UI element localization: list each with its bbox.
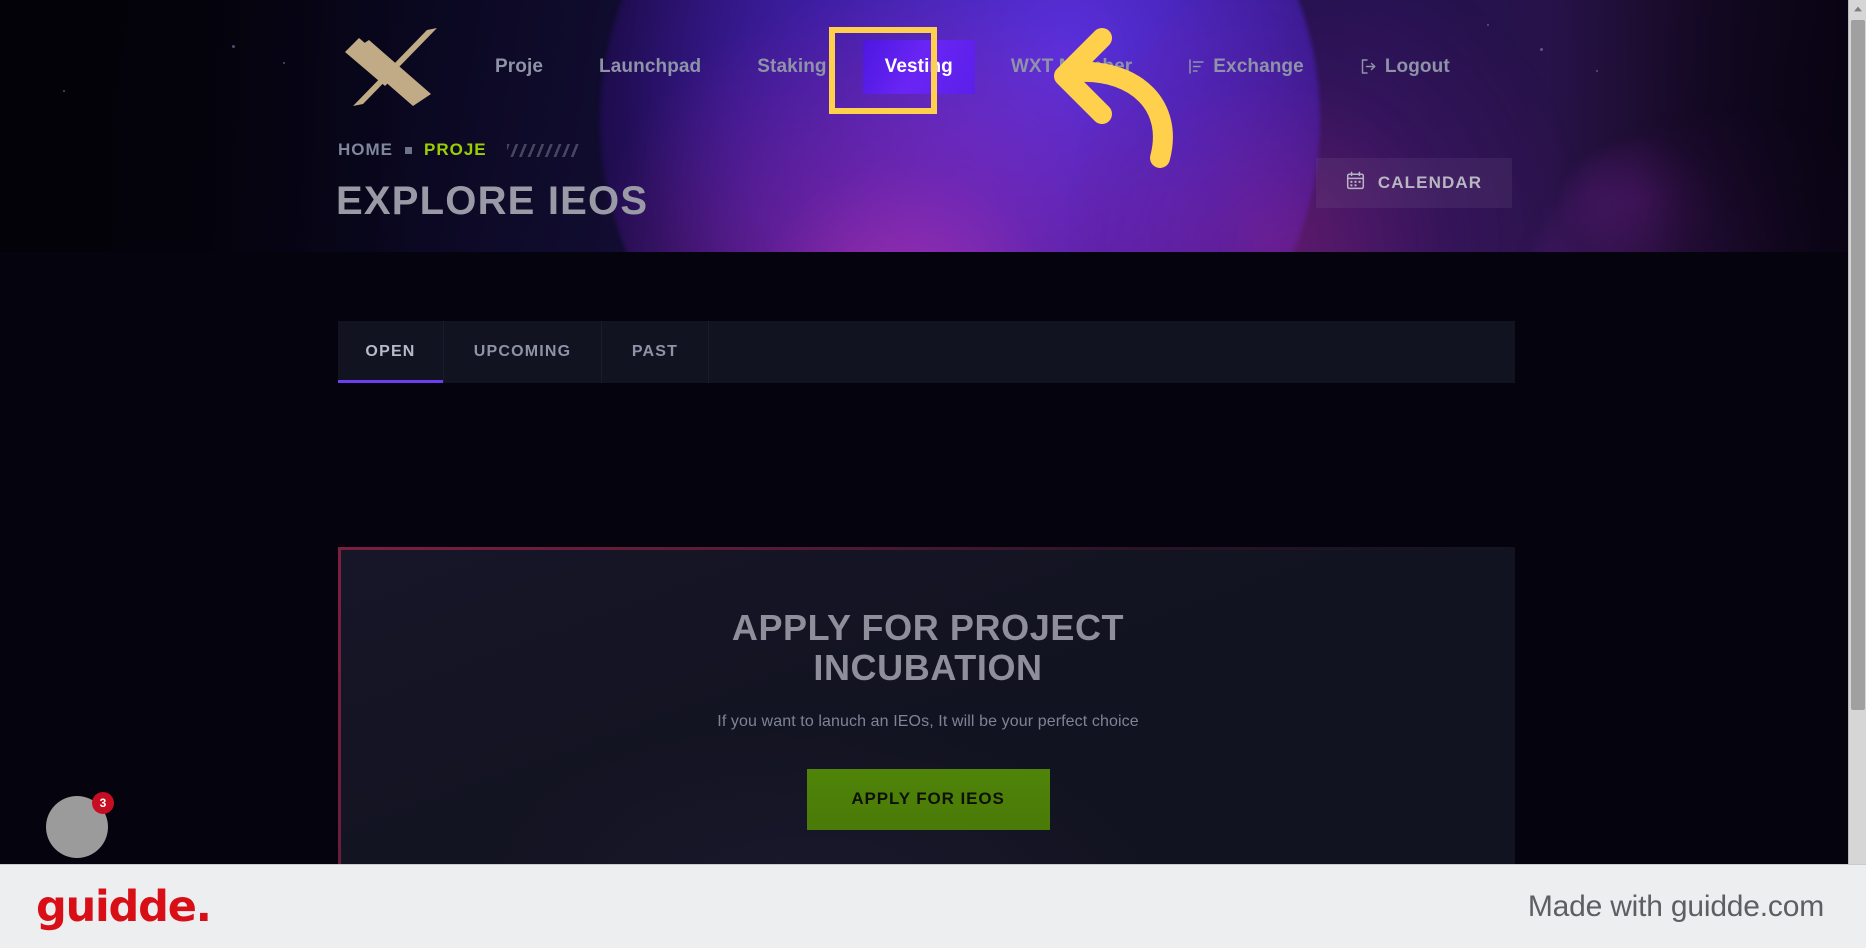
- card-heading: APPLY FOR PROJECT INCUBATION: [731, 607, 1125, 689]
- nav-link-wxt-member[interactable]: WXT Member: [983, 46, 1160, 88]
- chat-unread-badge: 3: [92, 792, 114, 814]
- nav-link-proje[interactable]: Proje: [477, 46, 571, 88]
- guidde-made-with-text: Made with guidde.com: [1527, 889, 1824, 923]
- guidde-footer-bar: guidde. Made with guidde.com: [0, 864, 1866, 948]
- scrollbar-thumb[interactable]: [1851, 20, 1865, 710]
- nav-links: Proje Launchpad Staking Vesting WXT Memb…: [477, 39, 1478, 94]
- nav-link-label: WXT Member: [1010, 55, 1133, 77]
- tab-filler: [709, 321, 1515, 383]
- logout-icon: [1360, 58, 1377, 75]
- tab-upcoming[interactable]: UPCOMING: [444, 321, 602, 383]
- nav-link-label: Exchange: [1213, 55, 1304, 77]
- breadcrumb-home[interactable]: HOME: [338, 140, 393, 160]
- apply-incubation-card: APPLY FOR PROJECT INCUBATION If you want…: [338, 547, 1515, 864]
- main-navigation: Proje Launchpad Staking Vesting WXT Memb…: [0, 0, 1848, 133]
- nav-link-exchange[interactable]: Exchange: [1160, 46, 1332, 88]
- breadcrumb-hatch-decoration: [506, 143, 579, 157]
- nav-link-label: Logout: [1384, 55, 1450, 77]
- calendar-button-label: CALENDAR: [1377, 173, 1483, 192]
- tab-label: PAST: [631, 343, 679, 360]
- page-title: EXPLORE IEOS: [336, 179, 649, 223]
- breadcrumb-current: PROJE: [424, 140, 487, 159]
- nav-link-vesting[interactable]: Vesting: [862, 39, 975, 94]
- vertical-scrollbar[interactable]: [1848, 0, 1866, 864]
- content-area: OPEN UPCOMING PAST APPLY FOR PROJECT INC…: [0, 252, 1848, 864]
- scroll-up-arrow-icon[interactable]: [1849, 0, 1866, 18]
- breadcrumb-separator-dot: [405, 146, 412, 154]
- nav-link-staking[interactable]: Staking: [729, 46, 854, 88]
- card-subtitle: If you want to lanuch an IEOs, It will b…: [717, 712, 1139, 730]
- tab-past[interactable]: PAST: [602, 321, 709, 383]
- nav-link-label: Vesting: [884, 55, 953, 77]
- breadcrumb: HOME PROJE: [338, 140, 579, 160]
- nav-link-label: Launchpad: [599, 55, 702, 77]
- nav-link-label: Proje: [495, 55, 544, 77]
- calendar-icon: [1346, 171, 1365, 195]
- tab-label: UPCOMING: [473, 343, 572, 360]
- calendar-button[interactable]: CALENDAR: [1316, 158, 1512, 208]
- page-scroll-area: Proje Launchpad Staking Vesting WXT Memb…: [0, 0, 1848, 948]
- nav-link-logout[interactable]: Logout: [1332, 46, 1478, 88]
- chat-widget[interactable]: 3: [46, 792, 114, 864]
- ieo-status-tabs: OPEN UPCOMING PAST: [338, 321, 1515, 383]
- apply-for-ieos-button[interactable]: APPLY FOR IEOS: [806, 768, 1050, 830]
- tab-open[interactable]: OPEN: [338, 321, 444, 383]
- x-logo[interactable]: [339, 24, 443, 110]
- nav-link-label: Staking: [757, 55, 827, 77]
- apply-incubation-card-inner: APPLY FOR PROJECT INCUBATION If you want…: [341, 550, 1515, 864]
- screenshot-root: Proje Launchpad Staking Vesting WXT Memb…: [0, 0, 1866, 948]
- nav-link-launchpad[interactable]: Launchpad: [571, 46, 729, 88]
- chart-list-icon: [1188, 58, 1205, 75]
- guidde-logo: guidde.: [36, 881, 212, 932]
- tab-label: OPEN: [365, 343, 416, 360]
